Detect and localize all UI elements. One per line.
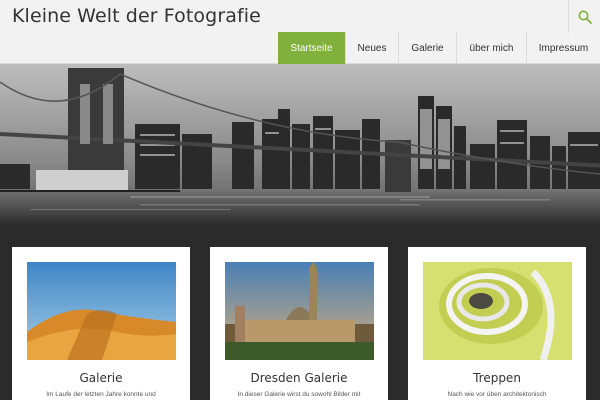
card-dresden-galerie[interactable]: Dresden Galerie In dieser Galerie wirst … (210, 247, 388, 400)
nav-item-neues[interactable]: Neues (345, 32, 398, 64)
card-title[interactable]: Galerie (12, 371, 190, 385)
nav-item-impressum[interactable]: Impressum (526, 32, 600, 64)
card-treppen[interactable]: Treppen Nach wie vor üben architektonisc… (408, 247, 586, 400)
header-banner-image (0, 64, 600, 224)
card-excerpt: Im Laufe der letzten Jahre konnte und (46, 391, 156, 398)
main-nav: Startseite Neues Galerie über mich Impre… (278, 32, 600, 64)
card-galerie[interactable]: Galerie Im Laufe der letzten Jahre konnt… (12, 247, 190, 400)
nav-item-ueber-mich[interactable]: über mich (456, 32, 526, 64)
card-title[interactable]: Dresden Galerie (210, 371, 388, 385)
card-excerpt: In dieser Galerie wirst du sowohl Bilder… (237, 391, 361, 398)
search-button[interactable] (568, 0, 600, 33)
card-excerpt: Nach wie vor üben architektonisch (447, 391, 547, 398)
nav-item-startseite[interactable]: Startseite (278, 32, 345, 64)
card-image-desert[interactable] (27, 262, 176, 360)
nav-item-galerie[interactable]: Galerie (398, 32, 456, 64)
card-image-dresden[interactable] (225, 262, 374, 360)
site-header: Kleine Welt der Fotografie Startseite Ne… (0, 0, 600, 64)
search-icon (578, 10, 592, 24)
card-title[interactable]: Treppen (408, 371, 586, 385)
card-image-staircase[interactable] (423, 262, 572, 360)
featured-section: Galerie Im Laufe der letzten Jahre konnt… (0, 224, 600, 400)
site-title[interactable]: Kleine Welt der Fotografie (12, 5, 261, 27)
